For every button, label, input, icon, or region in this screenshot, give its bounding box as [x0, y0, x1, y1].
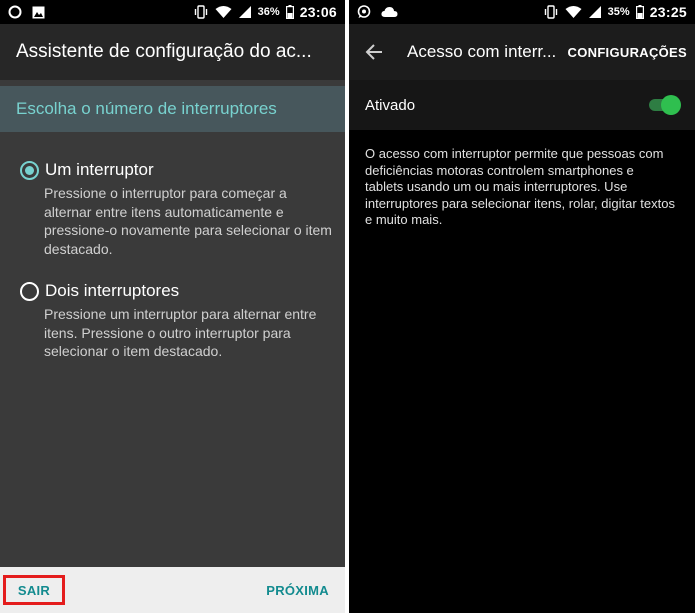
page-title: Acesso com interr... — [407, 42, 557, 61]
switch-thumb — [661, 95, 681, 115]
page-title: Assistente de configuração do ac... — [16, 41, 312, 62]
radio-button-unchecked[interactable] — [20, 281, 39, 301]
battery-icon — [285, 5, 294, 19]
switch-access-screen: 35% 23:25 Acesso com interr... CONFIGURA… — [349, 0, 695, 613]
feature-description: O acesso com interruptor permite que pes… — [365, 146, 675, 227]
option-two-switches[interactable]: Dois interruptores Pressione um interrup… — [20, 281, 333, 361]
battery-percent: 36% — [257, 6, 280, 18]
option-one-switch[interactable]: Um interruptor Pressione o interruptor p… — [20, 160, 333, 258]
enabled-switch[interactable] — [649, 95, 681, 115]
highlight-box: SAIR — [3, 575, 65, 605]
option-description: Pressione o interruptor para começar a a… — [44, 185, 332, 257]
next-button[interactable]: PRÓXIMA — [266, 583, 329, 598]
wifi-icon — [215, 5, 232, 19]
battery-icon — [635, 5, 644, 19]
exit-button[interactable]: SAIR — [18, 583, 50, 598]
circle-icon — [8, 5, 22, 19]
back-arrow-icon[interactable] — [365, 43, 405, 61]
cloud-icon — [381, 6, 398, 18]
wizard-footer: SAIR PRÓXIMA — [0, 567, 345, 613]
battery-percent: 35% — [607, 6, 630, 18]
option-label: Dois interruptores — [45, 281, 180, 300]
option-description: Pressione um interruptor para alternar e… — [44, 306, 317, 359]
image-icon — [32, 6, 45, 19]
vibrate-icon — [543, 5, 559, 19]
status-bar: 35% 23:25 — [349, 0, 695, 24]
section-header: Escolha o número de interruptores — [0, 86, 345, 132]
app-bar: Assistente de configuração do ac... — [0, 24, 345, 80]
signal-icon — [238, 5, 252, 19]
clock: 23:25 — [649, 4, 687, 20]
option-label: Um interruptor — [45, 160, 154, 179]
status-bar: 36% 23:06 — [0, 0, 345, 24]
vibrate-icon — [193, 5, 209, 19]
setup-wizard-screen: 36% 23:06 Assistente de configuração do … — [0, 0, 345, 613]
radio-button-checked[interactable] — [20, 160, 39, 180]
whatsapp-icon — [357, 5, 371, 19]
wifi-icon — [565, 5, 582, 19]
settings-button[interactable]: CONFIGURAÇÕES — [568, 45, 687, 60]
section-header-label: Escolha o número de interruptores — [16, 99, 277, 118]
enabled-toggle-row[interactable]: Ativado — [349, 80, 695, 130]
app-bar: Acesso com interr... CONFIGURAÇÕES — [349, 24, 695, 80]
toggle-label: Ativado — [365, 96, 416, 114]
clock: 23:06 — [299, 4, 337, 20]
signal-icon — [588, 5, 602, 19]
